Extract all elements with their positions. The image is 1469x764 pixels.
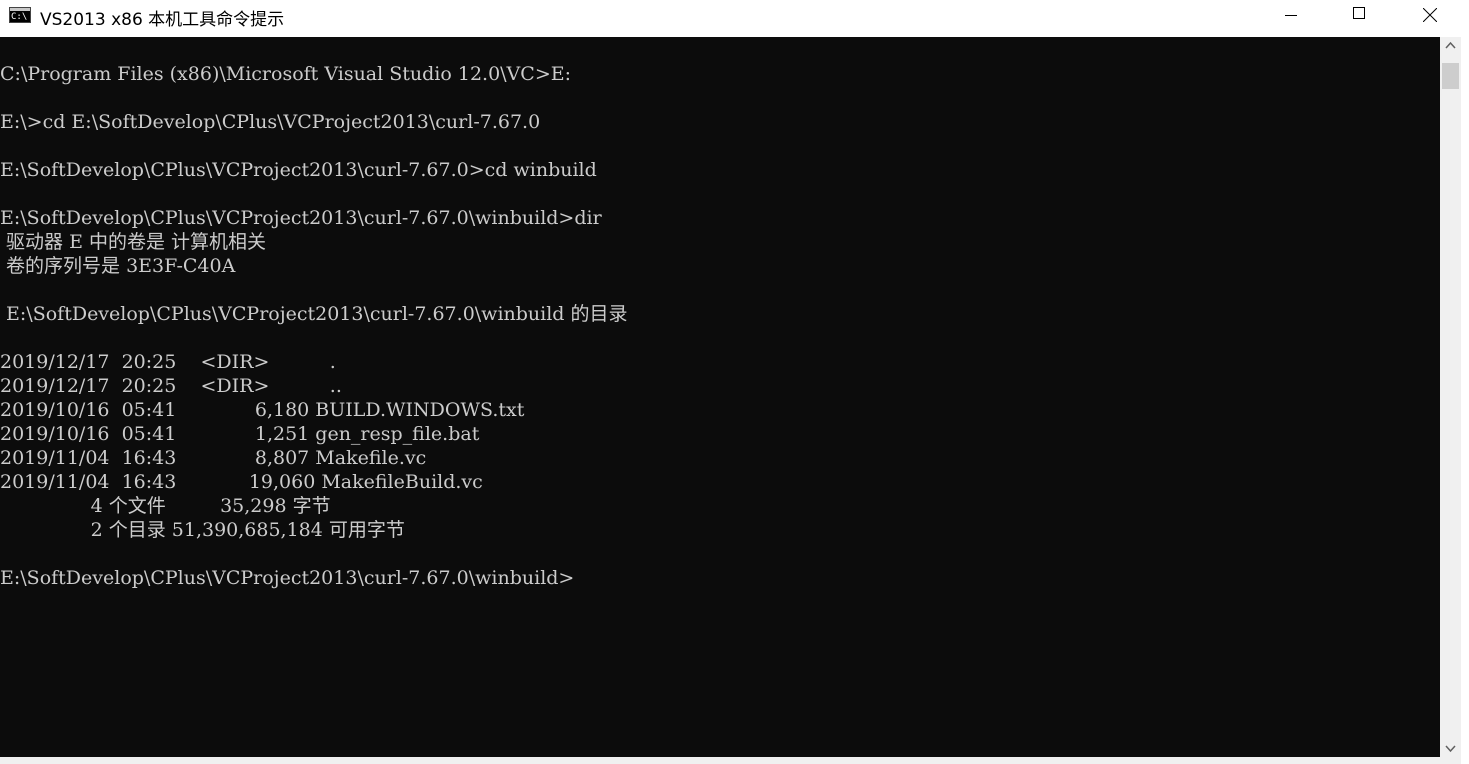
close-icon — [1423, 8, 1437, 22]
window-bottom-edge — [0, 757, 1461, 764]
window-edge — [1461, 37, 1469, 764]
console-icon[interactable]: C:\ — [9, 7, 31, 23]
title-bar[interactable]: C:\ VS2013 x86 本机工具命令提示 — [0, 0, 1469, 37]
chevron-down-icon — [1445, 745, 1456, 753]
console-text: C:\Program Files (x86)\Microsoft Visual … — [0, 63, 628, 589]
vertical-scrollbar[interactable] — [1440, 37, 1461, 757]
close-button[interactable] — [1395, 0, 1465, 30]
console-icon-label: C:\ — [11, 12, 28, 22]
console-output-area[interactable]: C:\Program Files (x86)\Microsoft Visual … — [0, 37, 1440, 757]
maximize-button[interactable] — [1325, 0, 1395, 30]
minimize-button[interactable] — [1256, 0, 1326, 30]
window-title: VS2013 x86 本机工具命令提示 — [40, 10, 285, 30]
chevron-up-icon — [1445, 41, 1456, 49]
scroll-down-button[interactable] — [1440, 740, 1461, 757]
scroll-thumb[interactable] — [1442, 63, 1459, 89]
scroll-up-button[interactable] — [1440, 37, 1461, 54]
